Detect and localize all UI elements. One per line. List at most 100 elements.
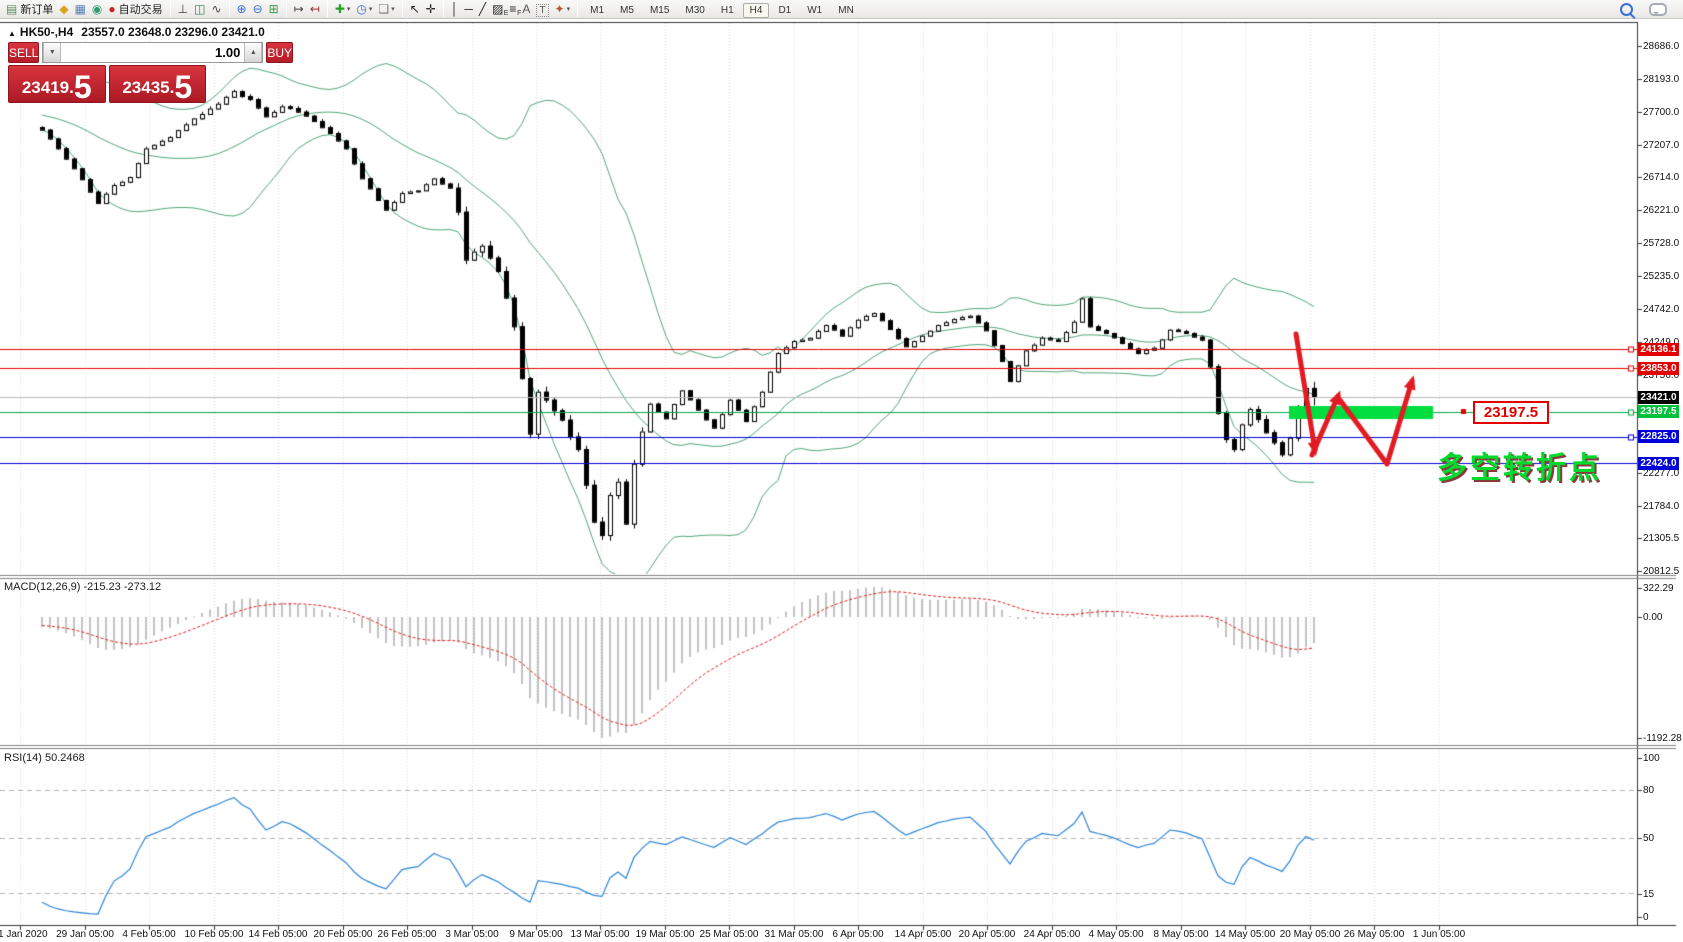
timeframe-mn[interactable]: MN bbox=[831, 3, 861, 18]
time-axis-tick: 26 Feb 05:00 bbox=[378, 929, 437, 940]
volume-decrease-button[interactable]: ▼ bbox=[43, 43, 61, 62]
price-axis-tick: 27207.0 bbox=[1643, 140, 1679, 151]
rsi-axis-tick: 50 bbox=[1643, 833, 1654, 844]
toolbar-separator bbox=[327, 0, 328, 17]
cursor-icon[interactable]: ↖ bbox=[407, 0, 423, 17]
toolbar-separator bbox=[443, 0, 444, 17]
horizontal-line-icon[interactable]: ─ bbox=[461, 0, 476, 17]
resistance-line-upper-label: 24136.1 bbox=[1638, 343, 1679, 356]
time-axis-tick: 1 Jun 05:00 bbox=[1413, 929, 1465, 940]
price-axis-tick: 25728.0 bbox=[1643, 238, 1679, 249]
navigator-icon[interactable]: ▦ bbox=[72, 0, 89, 17]
time-axis-tick: 21 Jan 2020 bbox=[0, 929, 48, 940]
chart-symbol-header: ▲ HK50-,H4 23557.0 23648.0 23296.0 23421.0 bbox=[8, 25, 265, 39]
time-axis-tick: 25 Mar 05:00 bbox=[700, 929, 759, 940]
time-axis-tick: 24 Apr 05:00 bbox=[1024, 929, 1081, 940]
price-axis-tick: 26221.0 bbox=[1643, 205, 1679, 216]
new-order-button[interactable]: ▤新订单 bbox=[3, 0, 56, 17]
volume-increase-button[interactable]: ▲ bbox=[244, 43, 262, 62]
time-axis-tick: 8 May 05:00 bbox=[1153, 929, 1208, 940]
toolbar-separator bbox=[170, 0, 171, 17]
price-callout-label[interactable]: 23197.5 bbox=[1473, 401, 1549, 424]
auto-scroll-icon[interactable]: ↦ bbox=[291, 0, 307, 17]
volume-input[interactable] bbox=[61, 43, 244, 62]
tile-windows-icon[interactable]: ⊞ bbox=[266, 0, 282, 17]
timeframe-w1[interactable]: W1 bbox=[800, 3, 829, 18]
chart-shift-icon[interactable]: ↤ bbox=[307, 0, 323, 17]
timeframe-m1[interactable]: M1 bbox=[583, 3, 611, 18]
turning-point-annotation[interactable]: 多空转折点 bbox=[1437, 443, 1602, 487]
timeframe-m30[interactable]: M30 bbox=[678, 3, 711, 18]
mt4-window: ▤新订单◆▦◉●自动交易⊥◫∿⊕⊖⊞↦↤✚◷❏↖✛│─╱▨E≡FAT✦ M1M5… bbox=[0, 0, 1683, 942]
arrows-icon[interactable]: ✦ bbox=[552, 0, 574, 17]
price-chart-canvas[interactable] bbox=[0, 0, 1683, 942]
search-icon[interactable] bbox=[1620, 3, 1633, 16]
text-icon[interactable]: A bbox=[519, 0, 533, 17]
time-axis-tick: 14 Feb 05:00 bbox=[249, 929, 308, 940]
text-label-icon[interactable]: T bbox=[533, 2, 551, 19]
crosshair-icon[interactable]: ✛ bbox=[423, 0, 439, 17]
time-axis-tick: 19 Mar 05:00 bbox=[636, 929, 695, 940]
time-axis-tick: 29 Jan 05:00 bbox=[56, 929, 114, 940]
templates-icon[interactable]: ❏ bbox=[375, 0, 397, 17]
timeframe-m15[interactable]: M15 bbox=[643, 3, 676, 18]
toolbar-separator bbox=[402, 0, 403, 17]
time-axis-tick: 31 Mar 05:00 bbox=[765, 929, 824, 940]
time-axis-tick: 20 Apr 05:00 bbox=[959, 929, 1016, 940]
support-line-blue-upper-label: 22825.0 bbox=[1638, 430, 1679, 443]
toolbar-separator bbox=[577, 0, 578, 17]
time-axis-tick: 9 Mar 05:00 bbox=[509, 929, 562, 940]
timeframe-m5[interactable]: M5 bbox=[613, 3, 641, 18]
buy-button[interactable]: BUY bbox=[266, 42, 293, 63]
rsi-axis-tick: 100 bbox=[1643, 753, 1660, 764]
price-axis-tick: 21784.0 bbox=[1643, 501, 1679, 512]
rsi-indicator-label: RSI(14) 50.2468 bbox=[4, 752, 85, 764]
symbol-ohlc-values: 23557.0 23648.0 23296.0 23421.0 bbox=[81, 25, 265, 39]
current-price-line-label: 23421.0 bbox=[1638, 391, 1679, 404]
timeframe-h4[interactable]: H4 bbox=[743, 3, 770, 18]
time-axis-tick: 6 Apr 05:00 bbox=[832, 929, 883, 940]
time-axis-tick: 3 Mar 05:00 bbox=[445, 929, 498, 940]
symbol-title: HK50-,H4 bbox=[20, 25, 73, 39]
terminal-icon[interactable]: ◉ bbox=[89, 0, 105, 17]
time-axis-tick: 14 Apr 05:00 bbox=[895, 929, 952, 940]
one-click-trading-panel: SELL ▼ ▲ BUY 23419.5 23435.5 bbox=[8, 42, 206, 103]
toolbar-right bbox=[1620, 3, 1683, 16]
vertical-line-icon[interactable]: │ bbox=[448, 0, 462, 17]
timeframe-d1[interactable]: D1 bbox=[771, 3, 798, 18]
bar-chart-icon[interactable]: ⊥ bbox=[175, 0, 191, 17]
rsi-axis-tick: 80 bbox=[1643, 785, 1654, 796]
price-axis-tick: 26714.0 bbox=[1643, 172, 1679, 183]
trendline-icon[interactable]: ╱ bbox=[476, 0, 489, 17]
price-axis-tick: 24742.0 bbox=[1643, 304, 1679, 315]
support-line-blue-lower-label: 22424.0 bbox=[1638, 457, 1679, 470]
price-axis-tick: 28686.0 bbox=[1643, 41, 1679, 52]
autotrading-button[interactable]: ●自动交易 bbox=[105, 0, 165, 17]
line-chart-icon[interactable]: ∿ bbox=[208, 0, 224, 17]
time-axis-tick: 4 May 05:00 bbox=[1088, 929, 1143, 940]
macd-axis-tick: 0.00 bbox=[1643, 612, 1662, 623]
sell-price-display[interactable]: 23419.5 bbox=[8, 65, 106, 103]
time-axis-tick: 13 Mar 05:00 bbox=[571, 929, 630, 940]
buy-price-display[interactable]: 23435.5 bbox=[109, 65, 207, 103]
timeframe-buttons: M1M5M15M30H1H4D1W1MN bbox=[582, 0, 862, 18]
macd-indicator-label: MACD(12,26,9) -215.23 -273.12 bbox=[4, 581, 161, 593]
community-chat-icon[interactable] bbox=[1649, 3, 1667, 16]
indicators-icon[interactable]: ✚ bbox=[332, 0, 354, 17]
price-axis-tick: 25235.0 bbox=[1643, 271, 1679, 282]
price-axis-tick: 20812.5 bbox=[1643, 566, 1679, 577]
price-axis-tick: 21305.5 bbox=[1643, 533, 1679, 544]
toolbar-separator bbox=[286, 0, 287, 17]
candlestick-chart-icon[interactable]: ◫ bbox=[191, 0, 208, 17]
price-axis-tick: 27700.0 bbox=[1643, 107, 1679, 118]
sell-button[interactable]: SELL bbox=[8, 42, 39, 63]
equidistant-channel-icon[interactable]: ▨E bbox=[489, 0, 506, 17]
periods-icon[interactable]: ◷ bbox=[353, 0, 375, 17]
zoom-in-icon[interactable]: ⊕ bbox=[234, 0, 250, 17]
zoom-out-icon[interactable]: ⊖ bbox=[250, 0, 266, 17]
market-watch-icon[interactable]: ◆ bbox=[56, 0, 71, 17]
timeframe-h1[interactable]: H1 bbox=[714, 3, 741, 18]
time-axis-tick: 4 Feb 05:00 bbox=[122, 929, 175, 940]
symbol-marker-icon: ▲ bbox=[8, 29, 16, 38]
time-axis-tick: 20 May 05:00 bbox=[1280, 929, 1341, 940]
